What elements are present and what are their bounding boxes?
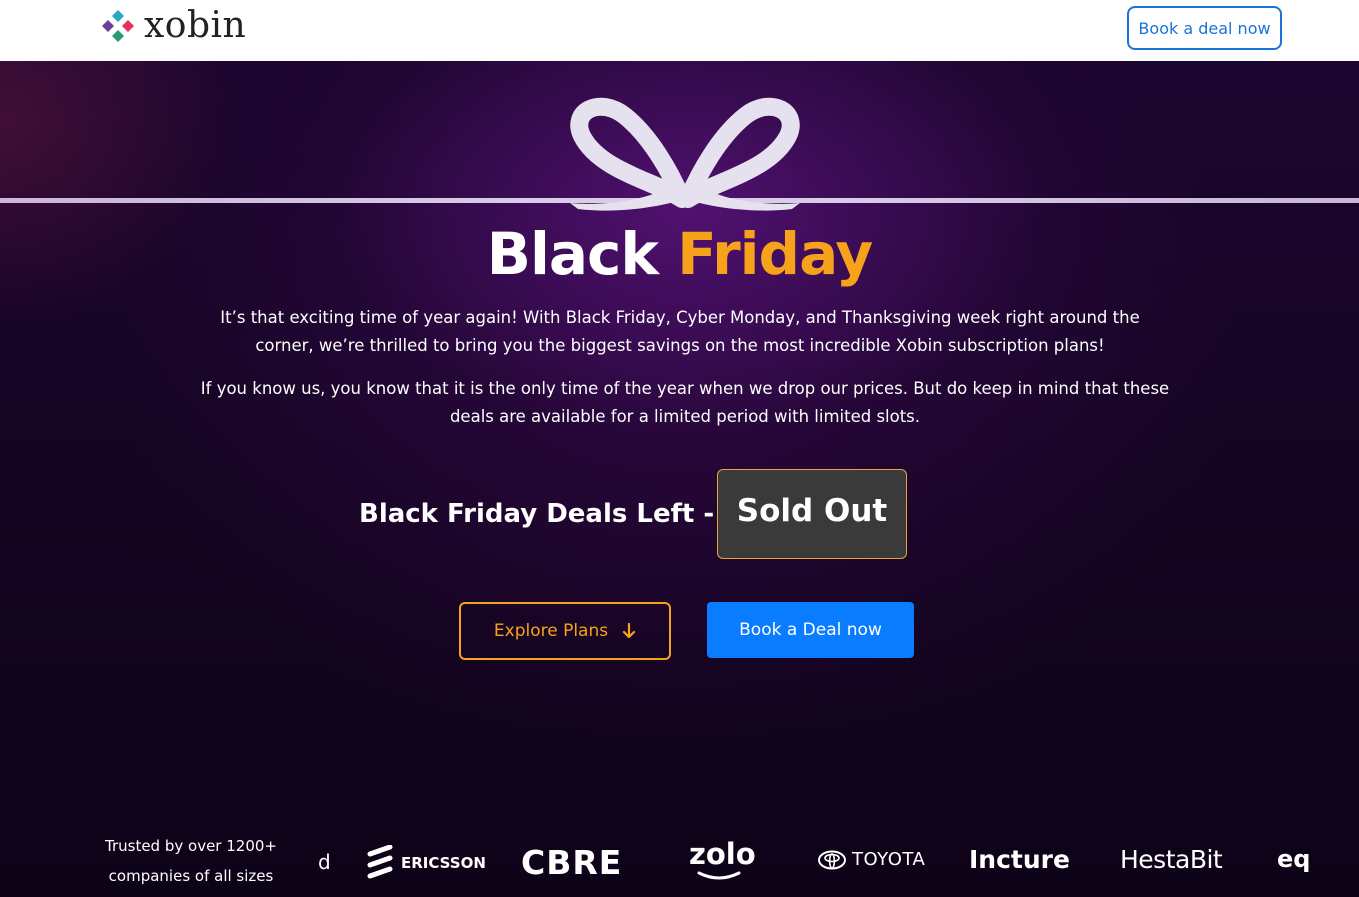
gift-bow-icon <box>570 97 800 211</box>
explore-plans-label: Explore Plans <box>493 621 609 641</box>
info-paragraph: If you know us, you know that it is the … <box>200 379 1170 426</box>
zolo-text: zolo <box>689 837 756 871</box>
toyota-emblem-icon <box>818 850 846 869</box>
zolo-smile-icon <box>697 871 741 880</box>
client-logo-hestabit: HestaBit <box>1120 845 1223 874</box>
client-logo-zolo: zolo <box>689 837 756 881</box>
client-logo-eq: eq <box>1277 845 1311 873</box>
client-logo-strip: d ERICSSON CBRE zolo TOYOTA Incture Hest… <box>0 831 1359 897</box>
title-friday: Friday <box>677 220 873 288</box>
header-book-deal-button[interactable]: Book a deal now <box>1127 6 1282 50</box>
intro-paragraph: It’s that exciting time of year again! W… <box>220 308 1140 355</box>
title-black: Black <box>486 220 659 288</box>
deals-left-label: Black Friday Deals Left - <box>359 499 715 529</box>
top-header: xobin Book a deal now <box>0 0 1359 61</box>
xobin-logo-icon <box>102 10 134 42</box>
arrow-down-icon <box>623 623 636 639</box>
client-logo-toyota: TOYOTA <box>818 849 925 870</box>
client-logo-ericsson: ERICSSON <box>367 845 486 881</box>
hero-title: Black Friday <box>0 221 1359 287</box>
sold-out-badge: Sold Out <box>717 469 907 559</box>
client-logo-incture: Incture <box>969 845 1070 874</box>
client-logo-cbre: CBRE <box>521 843 623 882</box>
explore-plans-button[interactable]: Explore Plans <box>459 602 671 660</box>
book-deal-button[interactable]: Book a Deal now <box>707 602 914 658</box>
ericsson-text: ERICSSON <box>401 854 486 872</box>
ericsson-icon <box>367 845 393 879</box>
xobin-logo[interactable]: xobin <box>100 6 246 46</box>
logo-text: xobin <box>144 5 247 46</box>
toyota-text: TOYOTA <box>852 849 926 870</box>
client-logo-d: d <box>318 850 331 874</box>
hero-section: Black Friday It’s that exciting time of … <box>0 61 1359 897</box>
